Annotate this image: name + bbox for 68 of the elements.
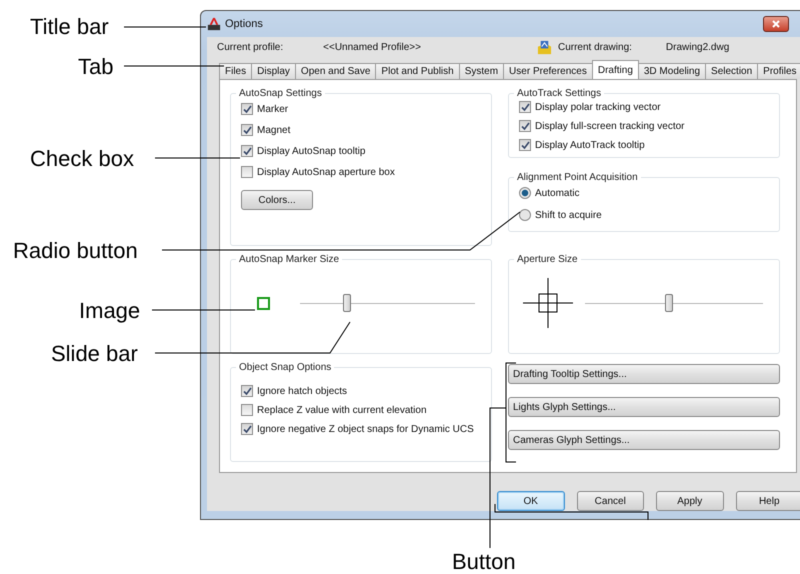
settings-button[interactable]: Cameras Glyph Settings... xyxy=(508,430,780,450)
checkbox[interactable] xyxy=(241,166,253,178)
profile-value: <<Unnamed Profile>> xyxy=(323,42,421,54)
settings-button[interactable]: Lights Glyph Settings... xyxy=(508,397,780,417)
aperture-crosshair-icon xyxy=(523,278,573,328)
checkbox-label: Replace Z value with current elevation xyxy=(257,404,427,416)
group-title: Object Snap Options xyxy=(238,362,332,373)
dialog-button[interactable]: Cancel xyxy=(576,491,644,511)
tab[interactable]: Plot and Publish xyxy=(375,63,460,79)
callout-label: Image xyxy=(79,299,140,323)
checkbox-label: Magnet xyxy=(257,124,290,136)
drawing-label: Current drawing: xyxy=(558,42,632,54)
tab[interactable]: Files xyxy=(219,63,252,79)
checkbox[interactable] xyxy=(519,120,531,132)
checkbox[interactable] xyxy=(241,145,253,157)
callout-label: Button xyxy=(452,550,516,574)
checkbox[interactable] xyxy=(241,404,253,416)
window-title: Options xyxy=(225,18,263,30)
checkbox-label: Display full-screen tracking vector xyxy=(535,120,684,132)
close-icon xyxy=(771,18,781,29)
checkbox-label: Marker xyxy=(257,104,288,114)
tab[interactable]: Open and Save xyxy=(294,63,376,79)
group-title: AutoSnap Marker Size xyxy=(238,254,340,265)
group-title: AutoSnap Settings xyxy=(238,88,323,99)
tab[interactable]: Display xyxy=(251,63,296,79)
group-title: Aperture Size xyxy=(516,254,579,265)
checkbox-label: Display AutoSnap aperture box xyxy=(257,166,395,178)
callout-label: Slide bar xyxy=(51,342,138,366)
checkbox-label: Display AutoTrack tooltip xyxy=(535,140,645,150)
tab[interactable]: 3D Modeling xyxy=(638,63,706,79)
callout-label: Radio button xyxy=(13,239,138,263)
tab[interactable]: System xyxy=(458,63,504,79)
slider-thumb[interactable] xyxy=(343,294,352,312)
slider-thumb[interactable] xyxy=(664,294,673,312)
checkbox-label: Display AutoSnap tooltip xyxy=(257,146,366,156)
profile-label: Current profile: xyxy=(217,42,284,54)
dialog-button[interactable]: Help xyxy=(736,491,800,511)
tab[interactable]: User Preferences xyxy=(503,63,593,79)
checkbox-label: Ignore negative Z object snaps for Dynamic UCS xyxy=(257,424,474,434)
checkbox-label: Ignore hatch objects xyxy=(257,386,348,396)
close-button[interactable] xyxy=(763,16,789,32)
radio-button[interactable] xyxy=(519,209,531,221)
tab[interactable]: Profiles xyxy=(757,63,800,79)
checkbox[interactable] xyxy=(241,385,253,397)
drawing-value: Drawing2.dwg xyxy=(666,42,730,54)
checkbox[interactable] xyxy=(241,423,253,435)
callout-label: Check box xyxy=(30,147,134,171)
group-title: Alignment Point Acquisition xyxy=(516,172,639,183)
marker-preview-icon xyxy=(257,296,270,310)
checkbox[interactable] xyxy=(241,124,253,136)
radio-label: Automatic xyxy=(535,188,580,198)
radio-button[interactable] xyxy=(519,187,531,199)
checkbox[interactable] xyxy=(241,103,253,115)
group-title: AutoTrack Settings xyxy=(516,88,602,99)
dialog-button[interactable]: Apply xyxy=(656,491,724,511)
callout-label: Title bar xyxy=(30,15,109,39)
checkbox[interactable] xyxy=(519,139,531,151)
dialog-button[interactable]: OK xyxy=(497,491,564,511)
radio-label: Shift to acquire xyxy=(535,210,602,220)
checkbox[interactable] xyxy=(519,101,531,113)
checkbox-label: Display polar tracking vector xyxy=(535,102,661,112)
tab[interactable]: Drafting xyxy=(592,60,639,79)
settings-button[interactable]: Drafting Tooltip Settings... xyxy=(508,364,780,384)
callout-label: Tab xyxy=(78,55,114,79)
drawing-file-icon xyxy=(536,40,552,56)
colors-button[interactable]: Colors... xyxy=(241,190,313,210)
app-logo-icon xyxy=(207,16,221,31)
tab[interactable]: Selection xyxy=(705,63,758,79)
